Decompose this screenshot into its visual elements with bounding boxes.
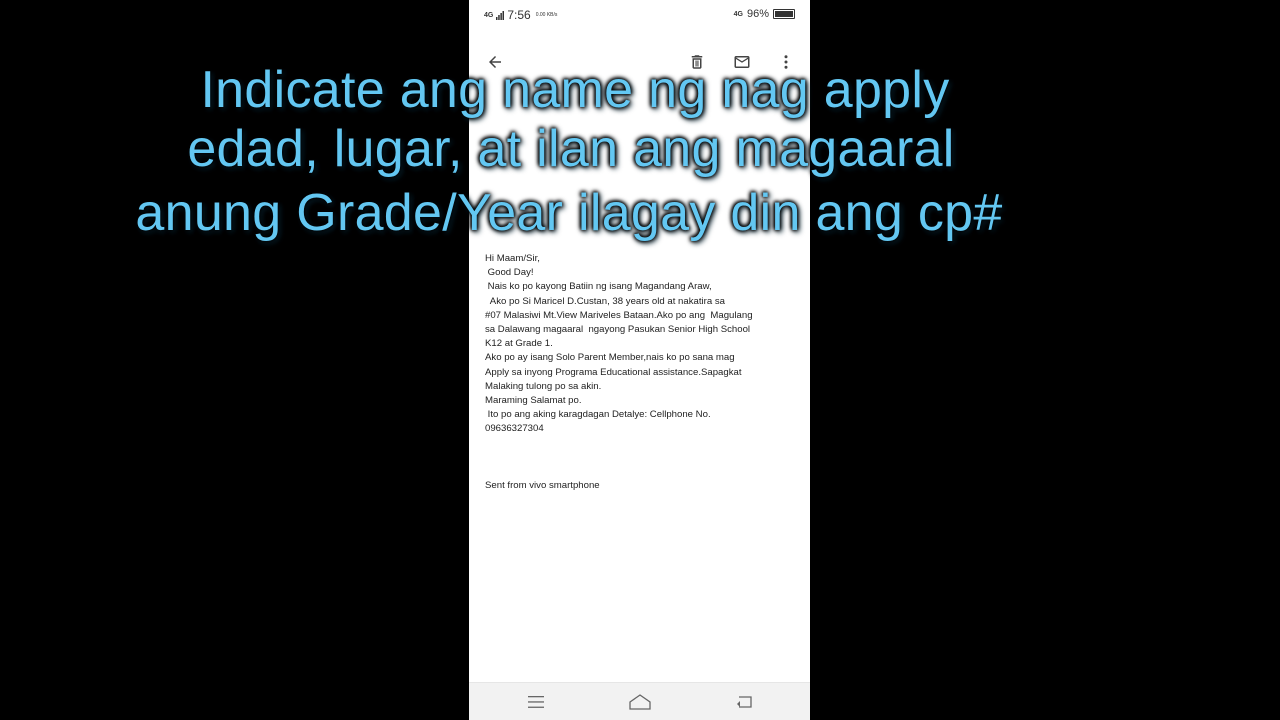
overlay-caption-line-2: edad, lugar, at ilan ang magaaral: [187, 120, 955, 178]
battery-icon: [773, 9, 795, 19]
network-type: 4G: [733, 10, 743, 18]
menu-lines-icon: [528, 696, 544, 708]
clock: 7:56: [507, 8, 531, 22]
recents-button[interactable]: [524, 691, 548, 713]
back-nav-button[interactable]: [732, 691, 756, 713]
signal-indicator: 4G: [484, 11, 494, 19]
home-button[interactable]: [628, 691, 652, 713]
status-bar: 4G 7:56 0.00 KB/s 4G 96%: [469, 0, 810, 30]
email-signature: Sent from vivo smartphone: [485, 480, 600, 491]
navigation-bar: [469, 682, 810, 720]
signal-bars-icon: [496, 10, 505, 20]
home-icon: [629, 694, 651, 710]
battery-percent: 96%: [746, 8, 769, 20]
email-body: Hi Maam/Sir, Good Day! Nais ko po kayong…: [485, 253, 753, 435]
overlay-caption-line-1: Indicate ang name ng nag apply: [200, 61, 950, 119]
overlay-caption-line-3: anung Grade/Year ilagay din ang cp#: [135, 184, 1003, 242]
network-speed: 0.00 KB/s: [535, 11, 558, 18]
back-arrow-icon: [737, 696, 752, 708]
